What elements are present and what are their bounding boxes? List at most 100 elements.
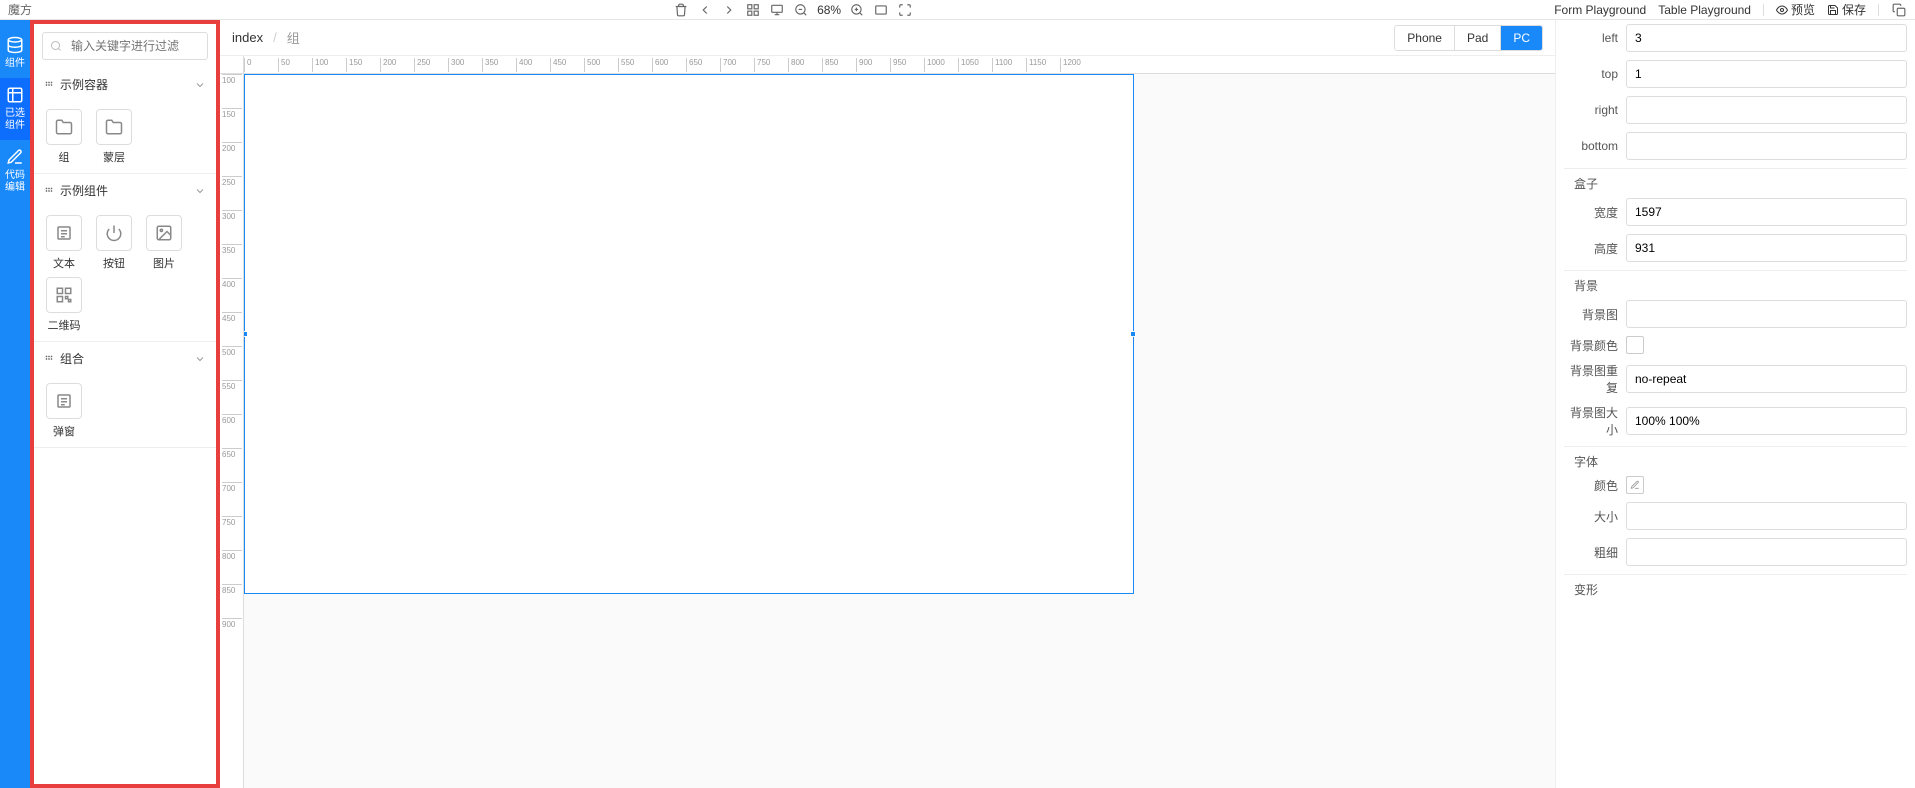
section-containers-header[interactable]: 示例容器 xyxy=(34,68,216,101)
prop-bottom-input[interactable] xyxy=(1626,132,1907,160)
qrcode-icon xyxy=(55,286,73,304)
undo-icon[interactable] xyxy=(697,2,713,18)
prop-bgcolor-label: 背景颜色 xyxy=(1564,337,1626,354)
prop-fontsize-input[interactable] xyxy=(1626,502,1907,530)
folder-icon xyxy=(55,118,73,136)
rail-selected[interactable]: 已选 组件 xyxy=(0,78,30,140)
search-icon xyxy=(50,40,62,52)
prop-bgcolor-swatch[interactable] xyxy=(1626,336,1644,354)
prop-bottom-label: bottom xyxy=(1564,139,1626,153)
form-playground-link[interactable]: Form Playground xyxy=(1554,3,1646,17)
prop-height-input[interactable] xyxy=(1626,234,1907,262)
prop-top-input[interactable] xyxy=(1626,60,1907,88)
breadcrumb-root[interactable]: index xyxy=(232,30,263,45)
group-transform-title: 变形 xyxy=(1564,574,1907,604)
component-button[interactable]: 按钮 xyxy=(92,215,136,271)
prop-height-label: 高度 xyxy=(1564,240,1626,257)
properties-panel: left top right bottom 盒子 宽度 高度 xyxy=(1555,20,1915,788)
document-icon xyxy=(55,392,73,410)
ruler-horizontal: 0501001502002503003504004505005506006507… xyxy=(244,56,1555,74)
component-dialog[interactable]: 弹窗 xyxy=(42,383,86,439)
chevron-down-icon xyxy=(194,353,206,365)
prop-bgrepeat-label: 背景图重复 xyxy=(1564,362,1626,396)
prop-width-label: 宽度 xyxy=(1564,204,1626,221)
canvas-area: index / 组 Phone Pad PC 05010015020025030… xyxy=(220,20,1555,788)
screen-icon[interactable] xyxy=(769,2,785,18)
rail-components[interactable]: 组件 xyxy=(0,28,30,78)
prop-fontweight-label: 粗细 xyxy=(1564,544,1626,561)
grid-icon[interactable] xyxy=(745,2,761,18)
group-box-title: 盒子 xyxy=(1564,168,1907,198)
drag-icon xyxy=(44,354,54,364)
prop-left-input[interactable] xyxy=(1626,24,1907,52)
save-icon xyxy=(1827,4,1839,16)
section-widgets-header[interactable]: 示例组件 xyxy=(34,174,216,207)
prop-bgsize-label: 背景图大小 xyxy=(1564,404,1626,438)
breadcrumb-current: 组 xyxy=(287,28,300,47)
prop-bgimage-input[interactable] xyxy=(1626,300,1907,328)
separator xyxy=(1763,4,1764,16)
separator xyxy=(1878,4,1879,16)
device-tab-pad[interactable]: Pad xyxy=(1455,26,1501,50)
zoom-in-icon[interactable] xyxy=(849,2,865,18)
copy-icon[interactable] xyxy=(1891,2,1907,18)
selected-element[interactable] xyxy=(244,74,1134,594)
save-button[interactable]: 保存 xyxy=(1827,1,1866,18)
preview-button[interactable]: 预览 xyxy=(1776,1,1815,18)
app-title: 魔方 xyxy=(8,1,32,18)
prop-top-label: top xyxy=(1564,67,1626,81)
prop-width-input[interactable] xyxy=(1626,198,1907,226)
prop-right-label: right xyxy=(1564,103,1626,117)
prop-fontcolor-label: 颜色 xyxy=(1564,477,1626,494)
group-font-title: 字体 xyxy=(1564,446,1907,476)
canvas-stage[interactable] xyxy=(244,74,1555,788)
zoom-out-icon[interactable] xyxy=(793,2,809,18)
breadcrumb: index / 组 xyxy=(232,28,300,47)
prop-bgrepeat-input[interactable] xyxy=(1626,365,1907,393)
device-tabs: Phone Pad PC xyxy=(1394,25,1543,51)
eye-icon xyxy=(1776,4,1788,16)
database-icon xyxy=(6,36,24,54)
group-background-title: 背景 xyxy=(1564,270,1907,300)
device-tab-phone[interactable]: Phone xyxy=(1395,26,1455,50)
left-rail: 组件 已选 组件 代码 编辑 xyxy=(0,20,30,788)
components-panel: 示例容器 组 蒙层 示例组件 xyxy=(30,20,220,788)
fit-icon[interactable] xyxy=(873,2,889,18)
drag-icon xyxy=(44,80,54,90)
prop-fontsize-label: 大小 xyxy=(1564,508,1626,525)
zoom-level: 68% xyxy=(817,3,841,17)
component-group[interactable]: 组 xyxy=(42,109,86,165)
chevron-down-icon xyxy=(194,185,206,197)
top-bar: 魔方 68% Form Playground Table Playground … xyxy=(0,0,1915,20)
prop-left-label: left xyxy=(1564,31,1626,45)
pencil-icon xyxy=(6,148,24,166)
component-mask[interactable]: 蒙层 xyxy=(92,109,136,165)
prop-right-input[interactable] xyxy=(1626,96,1907,124)
prop-fontweight-input[interactable] xyxy=(1626,538,1907,566)
chevron-down-icon xyxy=(194,79,206,91)
ruler-vertical: 1001502002503003504004505005506006507007… xyxy=(220,74,244,788)
layers-icon xyxy=(6,86,24,104)
fullscreen-icon[interactable] xyxy=(897,2,913,18)
component-qrcode[interactable]: 二维码 xyxy=(42,277,86,333)
breadcrumb-separator: / xyxy=(273,30,277,45)
table-playground-link[interactable]: Table Playground xyxy=(1658,3,1751,17)
resize-handle-right[interactable] xyxy=(1130,331,1136,337)
text-icon xyxy=(55,224,73,242)
power-icon xyxy=(105,224,123,242)
prop-fontcolor-picker[interactable] xyxy=(1626,476,1644,494)
component-text[interactable]: 文本 xyxy=(42,215,86,271)
prop-bgsize-input[interactable] xyxy=(1626,407,1907,435)
device-tab-pc[interactable]: PC xyxy=(1501,26,1542,50)
folder-icon xyxy=(105,118,123,136)
canvas-viewport[interactable]: 0501001502002503003504004505005506006507… xyxy=(220,56,1555,788)
section-compose-header[interactable]: 组合 xyxy=(34,342,216,375)
redo-icon[interactable] xyxy=(721,2,737,18)
rail-code[interactable]: 代码 编辑 xyxy=(0,140,30,202)
delete-icon[interactable] xyxy=(673,2,689,18)
component-search-input[interactable] xyxy=(42,32,208,60)
image-icon xyxy=(155,224,173,242)
prop-bgimage-label: 背景图 xyxy=(1564,306,1626,323)
component-image[interactable]: 图片 xyxy=(142,215,186,271)
drag-icon xyxy=(44,186,54,196)
